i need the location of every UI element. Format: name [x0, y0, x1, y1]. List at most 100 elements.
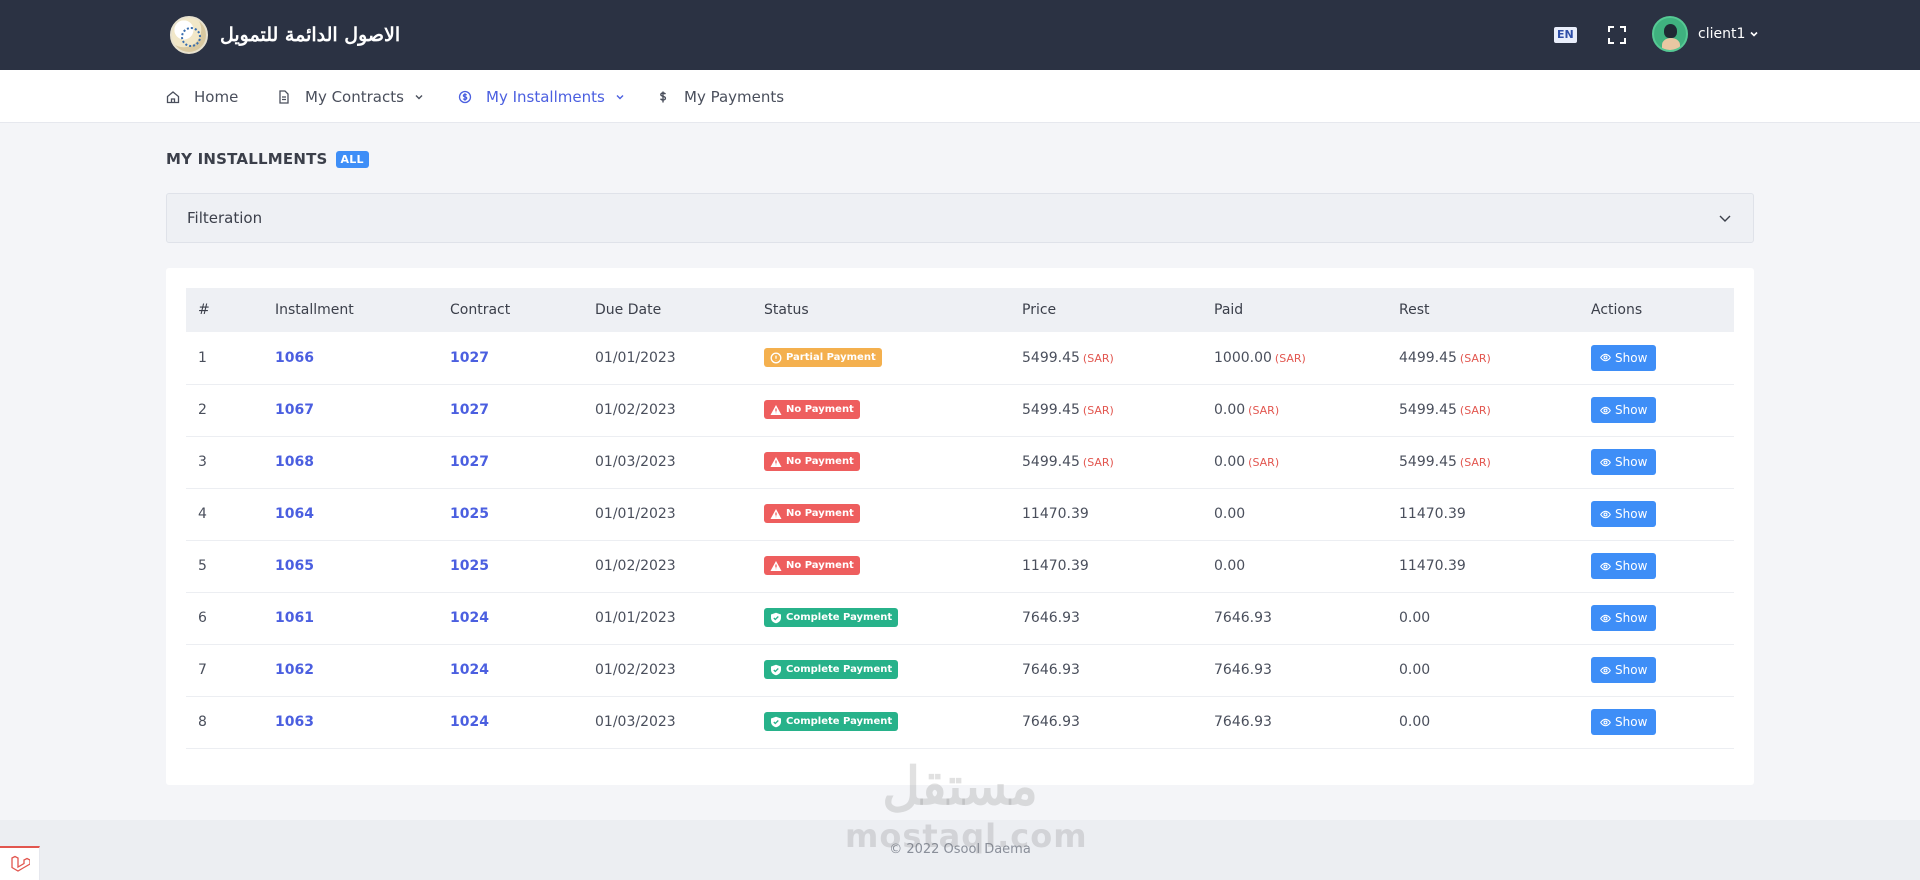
contract-link[interactable]: 1024 [438, 696, 583, 748]
rest-cell: 5499.45 (SAR) [1387, 436, 1579, 488]
rest-value: 5499.45 [1399, 402, 1457, 418]
brand[interactable]: الاصول الدائمة للتمويل [170, 16, 400, 54]
show-button[interactable]: Show [1591, 397, 1657, 423]
avatar [1652, 16, 1688, 52]
row-number: 4 [198, 506, 207, 522]
contract-link[interactable]: 1025 [438, 488, 583, 540]
contract-link[interactable]: 1027 [438, 384, 583, 436]
paid-cell: 7646.93 [1202, 696, 1387, 748]
show-button[interactable]: Show [1591, 657, 1657, 683]
paid-value: 1000.00 [1214, 349, 1272, 366]
rest-value: 11470.39 [1399, 558, 1466, 574]
status-cell: Complete Payment [752, 592, 1010, 644]
currency-label: (SAR) [1459, 404, 1491, 417]
page-title-text: MY INSTALLMENTS [166, 150, 328, 168]
show-button[interactable]: Show [1591, 605, 1657, 631]
table-body: 1 1066 1027 01/01/2023 Partial Payment 5… [186, 332, 1734, 748]
status-cell: Partial Payment [752, 332, 1010, 384]
status-text: Complete Payment [786, 716, 893, 728]
price-value: 5499.45 [1022, 454, 1080, 470]
paid-cell: 7646.93 [1202, 644, 1387, 696]
eye-icon [1600, 510, 1611, 518]
installment-link[interactable]: 1065 [263, 540, 438, 592]
table-row: 4 1064 1025 01/01/2023 No Payment 11470.… [186, 488, 1734, 540]
rest-cell: 11470.39 [1387, 540, 1579, 592]
rest-cell: 0.00 [1387, 592, 1579, 644]
currency-label: (SAR) [1082, 456, 1114, 469]
user-name: client1 [1698, 26, 1746, 42]
contract-link[interactable]: 1025 [438, 540, 583, 592]
show-button[interactable]: Show [1591, 449, 1657, 475]
installment-link[interactable]: 1062 [263, 644, 438, 696]
installment-link[interactable]: 1064 [263, 488, 438, 540]
rest-value: 0.00 [1399, 662, 1431, 678]
price-value: 7646.93 [1022, 714, 1080, 730]
chevron-down-icon [1719, 215, 1731, 222]
rest-cell: 0.00 [1387, 644, 1579, 696]
rest-cell: 5499.45 (SAR) [1387, 384, 1579, 436]
paid-value: 0.00 [1214, 454, 1246, 470]
status-cell: No Payment [752, 488, 1010, 540]
row-number: 1 [198, 349, 207, 366]
contract-link[interactable]: 1024 [438, 644, 583, 696]
watermark-url: mostaql.com [845, 817, 1088, 855]
paid-value: 7646.93 [1214, 610, 1272, 626]
rest-value: 5499.45 [1399, 454, 1457, 470]
price-value: 7646.93 [1022, 610, 1080, 626]
currency-label: (SAR) [1459, 456, 1491, 469]
fullscreen-icon[interactable] [1608, 26, 1626, 44]
column-header: Installment [275, 302, 354, 318]
installment-link[interactable]: 1066 [263, 332, 438, 384]
main-nav: Home My Contracts My Installments My Pay… [0, 70, 1920, 123]
status-badge: No Payment [764, 556, 860, 576]
show-label: Show [1615, 507, 1648, 521]
filter-panel-toggle[interactable]: Filteration [166, 193, 1754, 243]
status-badge: Partial Payment [764, 348, 882, 367]
nav-label: My Payments [684, 87, 785, 106]
nav-item-my-installments[interactable]: My Installments [458, 70, 625, 123]
price-cell: 11470.39 [1010, 540, 1202, 592]
paid-value: 0.00 [1214, 558, 1246, 574]
status-cell: Complete Payment [752, 696, 1010, 748]
currency-label: (SAR) [1248, 404, 1280, 417]
user-menu[interactable]: client1 [1652, 16, 1759, 52]
contract-link[interactable]: 1027 [438, 436, 583, 488]
due-date: 01/01/2023 [595, 349, 676, 366]
contract-link[interactable]: 1027 [438, 332, 583, 384]
show-button[interactable]: Show [1591, 553, 1657, 579]
nav-item-my-contracts[interactable]: My Contracts [277, 70, 424, 123]
status-text: Complete Payment [786, 612, 893, 624]
price-value: 11470.39 [1022, 558, 1089, 574]
nav-item-home[interactable]: Home [166, 70, 238, 123]
nav-label: My Installments [486, 87, 605, 106]
contract-link[interactable]: 1024 [438, 592, 583, 644]
installment-link[interactable]: 1063 [263, 696, 438, 748]
status-text: Partial Payment [786, 352, 876, 363]
language-switch[interactable]: EN [1554, 27, 1577, 43]
dollar-icon [659, 91, 667, 102]
price-value: 7646.93 [1022, 662, 1080, 678]
status-badge: No Payment [764, 504, 860, 524]
installment-link[interactable]: 1061 [263, 592, 438, 644]
coin-icon [458, 90, 472, 103]
installment-link[interactable]: 1067 [263, 384, 438, 436]
installment-link[interactable]: 1068 [263, 436, 438, 488]
show-button[interactable]: Show [1591, 344, 1657, 371]
paid-cell: 0.00 (SAR) [1202, 384, 1387, 436]
installments-table: # Installment Contract Due Date Status Price P… [186, 288, 1734, 749]
eye-icon [1600, 458, 1611, 466]
installments-card: # Installment Contract Due Date Status Price P… [166, 268, 1754, 785]
due-date: 01/01/2023 [595, 506, 676, 522]
show-button[interactable]: Show [1591, 709, 1657, 735]
show-label: Show [1615, 611, 1648, 625]
show-button[interactable]: Show [1591, 501, 1657, 527]
debug-toolbar-toggle[interactable] [0, 846, 40, 880]
warning-icon [770, 404, 782, 415]
actions-cell: Show [1579, 644, 1734, 696]
paid-cell: 1000.00 (SAR) [1202, 332, 1387, 384]
due-date: 01/03/2023 [595, 714, 676, 730]
rest-value: 0.00 [1399, 610, 1431, 626]
due-date: 01/02/2023 [595, 558, 676, 574]
status-badge: No Payment [764, 452, 860, 472]
nav-item-my-payments[interactable]: My Payments [656, 70, 784, 123]
